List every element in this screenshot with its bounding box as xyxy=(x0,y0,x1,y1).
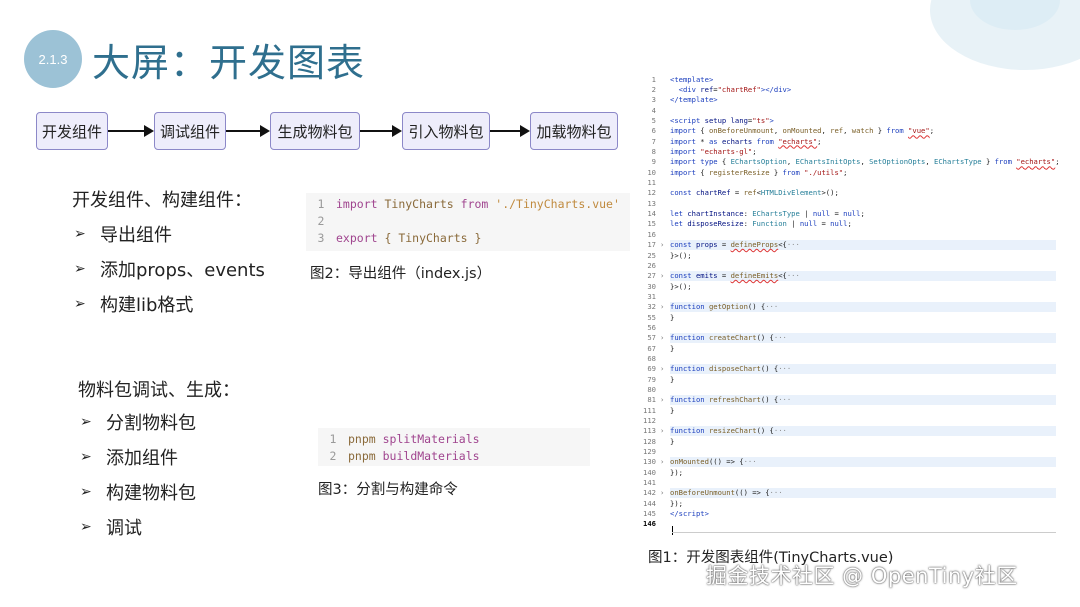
list-item-label: 构建lib格式 xyxy=(100,294,194,316)
text-cursor xyxy=(672,526,673,535)
code-line: 2 pnpm buildMaterials xyxy=(318,447,590,464)
list-item: ➢ 导出组件 xyxy=(74,216,265,251)
code-string: './TinyCharts.vue' xyxy=(488,196,620,211)
list-item: ➢ 分割物料包 xyxy=(80,404,196,439)
line-number: 1 xyxy=(317,196,325,211)
list-item: ➢ 构建物料包 xyxy=(80,474,196,509)
section-title: 物料包调试、生成： xyxy=(78,380,240,401)
arrow-right-icon xyxy=(226,125,270,137)
code-editor-image: 1 <template> 2 <div ref="chartRef"></div>… xyxy=(642,74,1060,540)
list-item: ➢ 添加props、events xyxy=(74,251,265,286)
line-number: 3 xyxy=(317,230,325,245)
list-item-label: 分割物料包 xyxy=(106,412,196,434)
arrow-right-icon xyxy=(108,125,154,137)
code-argument: buildMaterials xyxy=(375,448,480,463)
flow-step: 开发组件 xyxy=(36,112,108,150)
flow-step: 调试组件 xyxy=(154,112,226,150)
list-item: ➢ 添加组件 xyxy=(80,439,196,474)
arrow-bullet-icon: ➢ xyxy=(74,260,86,277)
list-item-label: 添加组件 xyxy=(106,447,178,469)
code-command: pnpm xyxy=(348,431,376,446)
code-line: 3 export { TinyCharts } xyxy=(306,229,630,246)
workflow-diagram: 开发组件 调试组件 生成物料包 引入物料包 加载物料包 xyxy=(36,112,636,150)
code-keyword: export xyxy=(336,230,378,245)
arrow-bullet-icon: ➢ xyxy=(80,448,92,465)
list-item: ➢ 构建lib格式 xyxy=(74,286,265,321)
code-argument: splitMaterials xyxy=(375,431,480,446)
code-snippet-commands: 1 pnpm splitMaterials 2 pnpm buildMateri… xyxy=(318,428,590,466)
code-keyword: from xyxy=(460,196,489,211)
line-number: 2 xyxy=(329,448,337,463)
bullet-list: ➢ 导出组件 ➢ 添加props、events ➢ 构建lib格式 xyxy=(74,216,265,321)
section-title: 开发组件、构建组件： xyxy=(72,190,252,211)
flow-step: 加载物料包 xyxy=(530,112,618,150)
code-command: pnpm xyxy=(348,448,376,463)
code-snippet-export: 1 import TinyCharts from './TinyCharts.v… xyxy=(306,193,630,251)
figure-caption: 图3：分割与构建命令 xyxy=(318,482,458,498)
list-item-label: 导出组件 xyxy=(100,224,172,246)
line-number: 2 xyxy=(317,213,325,228)
section-badge: 2.1.3 xyxy=(24,30,82,88)
code-line: 2 xyxy=(306,212,630,229)
flow-step: 引入物料包 xyxy=(402,112,490,150)
arrow-bullet-icon: ➢ xyxy=(80,413,92,430)
figure-caption: 图2：导出组件（index.js） xyxy=(310,266,492,282)
editor-divider xyxy=(672,532,1056,533)
code-line: 1 pnpm splitMaterials xyxy=(318,430,590,447)
code-keyword: import xyxy=(336,196,378,211)
arrow-bullet-icon: ➢ xyxy=(80,483,92,500)
list-item-label: 构建物料包 xyxy=(106,482,196,504)
code-line: 1 import TinyCharts from './TinyCharts.v… xyxy=(306,195,630,212)
arrow-bullet-icon: ➢ xyxy=(74,295,86,312)
arrow-right-icon xyxy=(360,125,402,137)
line-number: 1 xyxy=(329,431,337,446)
flow-step: 生成物料包 xyxy=(270,112,360,150)
slide-title: 大屏：开发图表 xyxy=(92,41,366,85)
code-identifier: { TinyCharts } xyxy=(377,230,482,245)
arrow-bullet-icon: ➢ xyxy=(74,225,86,242)
list-item: ➢ 调试 xyxy=(80,509,196,544)
arrow-right-icon xyxy=(490,125,530,137)
list-item-label: 调试 xyxy=(106,517,142,539)
arrow-bullet-icon: ➢ xyxy=(80,518,92,535)
watermark: 掘金技术社区 @ OpenTiny社区 xyxy=(706,564,1018,588)
code-identifier: TinyCharts xyxy=(377,196,461,211)
bullet-list: ➢ 分割物料包 ➢ 添加组件 ➢ 构建物料包 ➢ 调试 xyxy=(80,404,196,544)
list-item-label: 添加props、events xyxy=(100,259,265,281)
